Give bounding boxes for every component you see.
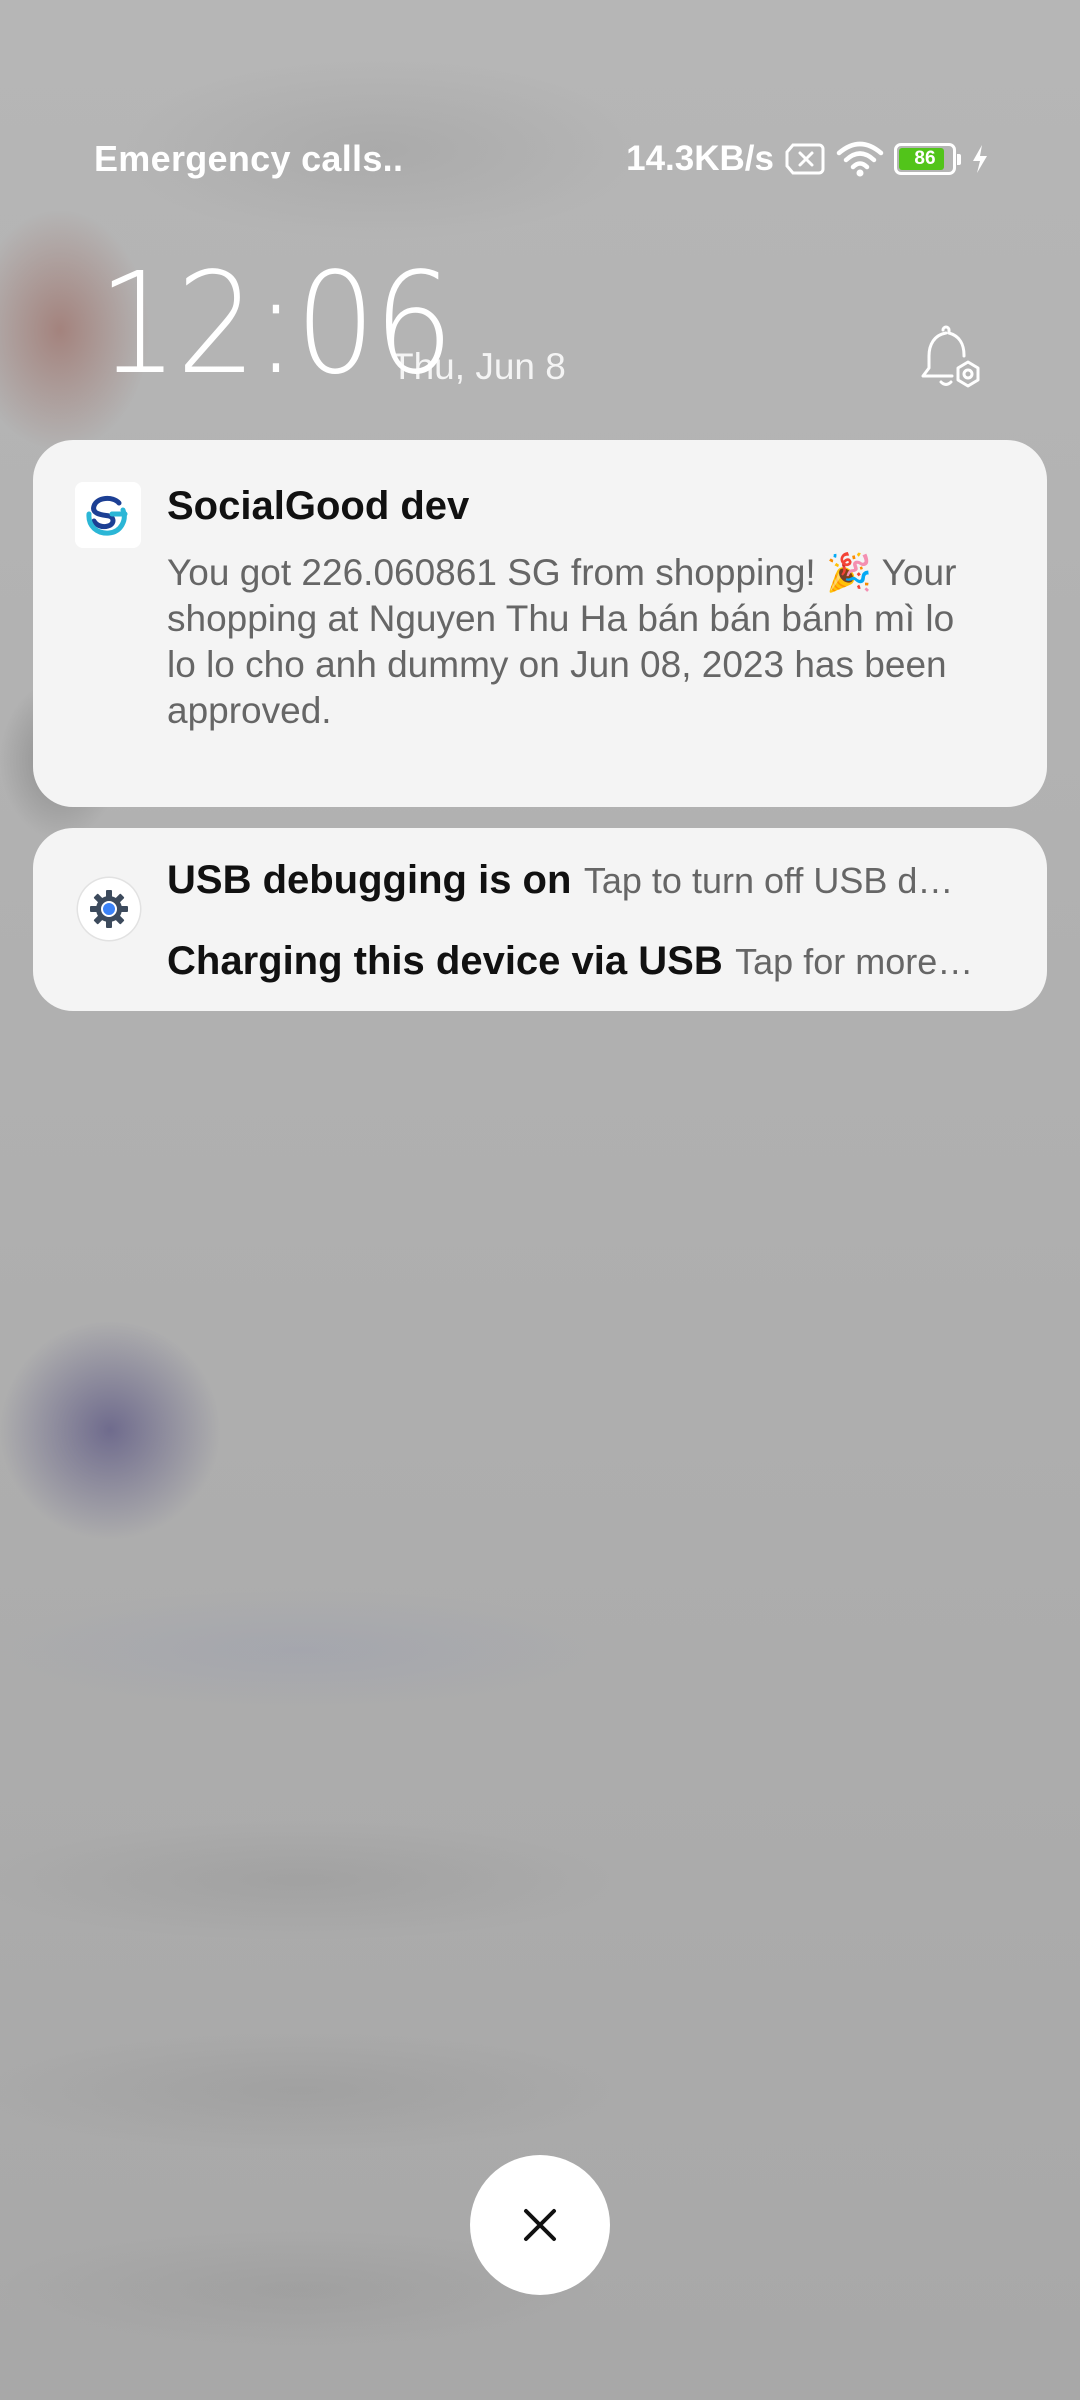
socialgood-app-icon	[75, 482, 141, 548]
android-settings-icon	[78, 878, 140, 940]
lockscreen-date: Thu, Jun 8	[391, 346, 566, 387]
usb-debugging-title: USB debugging is on	[167, 858, 572, 902]
android-system-notification[interactable]: USB debugging is on Tap to turn off USB …	[33, 828, 1047, 1011]
close-icon	[524, 2209, 556, 2241]
usb-debugging-row[interactable]: USB debugging is on Tap to turn off USB …	[167, 858, 1007, 903]
wifi-icon	[836, 141, 884, 177]
notification-body: You got 226.060861 SG from shopping! 🎉 Y…	[167, 552, 957, 731]
usb-charging-title: Charging this device via USB	[167, 939, 723, 983]
battery-level: 86	[914, 148, 936, 169]
notification-settings-icon[interactable]	[910, 320, 986, 396]
usb-debugging-text: Tap to turn off USB d…	[583, 860, 954, 901]
socialgood-notification[interactable]: SocialGood dev You got 226.060861 SG fro…	[33, 440, 1047, 807]
network-speed: 14.3KB/s	[626, 139, 774, 178]
usb-charging-row[interactable]: Charging this device via USB Tap for mor…	[167, 939, 1007, 984]
carrier-label: Emergency calls..	[94, 138, 404, 179]
usb-charging-text: Tap for more…	[735, 941, 974, 982]
status-bar: Emergency calls.. 14.3KB/s 86	[0, 130, 1080, 190]
clear-notifications-button[interactable]	[470, 2155, 610, 2295]
notification-app-name: SocialGood dev	[167, 484, 470, 528]
battery-icon: 86	[894, 143, 961, 175]
status-icons: 14.3KB/s 86	[626, 136, 990, 182]
no-sim-icon	[785, 143, 825, 175]
charging-bolt-icon	[973, 145, 987, 173]
